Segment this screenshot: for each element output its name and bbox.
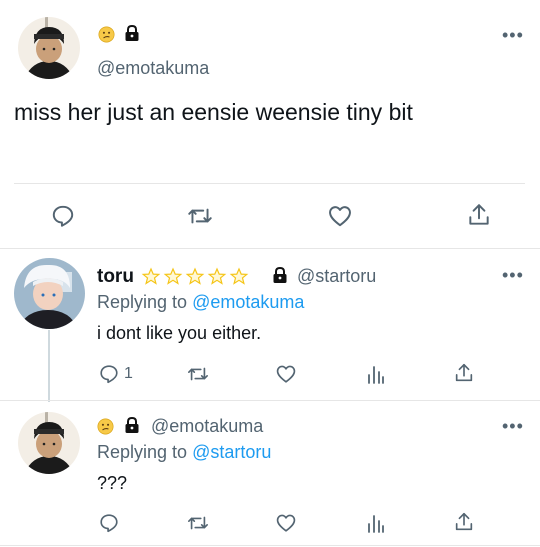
avatar[interactable] [14, 258, 85, 329]
retweet-button[interactable] [186, 203, 214, 229]
replying-to-line: Replying to @startoru [97, 442, 271, 463]
lock-icon [125, 416, 139, 433]
star-rating [141, 267, 251, 286]
share-button[interactable] [453, 362, 475, 384]
retweet-button[interactable] [186, 363, 210, 385]
retweet-icon [188, 367, 208, 381]
comment-icon [52, 205, 74, 227]
tweet-text: miss her just an eensie weensie tiny bit [14, 99, 413, 125]
replying-to-label: Replying to [97, 442, 188, 462]
divider [0, 248, 540, 249]
reply-button[interactable] [50, 203, 76, 229]
reply-count: 1 [124, 365, 133, 382]
share-icon [455, 363, 473, 382]
avatar[interactable] [18, 17, 80, 79]
share-icon [455, 512, 473, 531]
star-icon [229, 267, 249, 285]
lock-icon [273, 266, 287, 283]
comment-icon [100, 514, 118, 533]
star-icon [163, 267, 183, 285]
retweet-button[interactable] [186, 512, 210, 534]
divider [0, 545, 540, 546]
analytics-button[interactable] [366, 363, 386, 385]
share-icon [469, 204, 489, 225]
retweet-icon [188, 516, 208, 530]
like-button[interactable] [275, 363, 297, 385]
divider [0, 400, 540, 401]
comment-icon [100, 365, 118, 384]
analytics-button[interactable] [366, 512, 386, 534]
replying-to-line: Replying to @emotakuma [97, 292, 304, 313]
heart-icon [276, 365, 296, 383]
lock-icon [125, 24, 139, 41]
reply-text: ??? [97, 473, 128, 493]
retweet-icon [188, 208, 212, 224]
more-options-icon[interactable]: ••• [502, 266, 524, 284]
more-options-icon[interactable]: ••• [502, 26, 524, 44]
reply-text: i dont like you either. [97, 323, 262, 343]
reply-button[interactable] [98, 512, 120, 534]
reply-name[interactable]: toru [97, 266, 134, 288]
share-button[interactable] [453, 511, 475, 533]
more-options-icon[interactable]: ••• [502, 417, 524, 435]
star-icon [185, 267, 205, 285]
reply-button[interactable]: 1 [98, 363, 133, 385]
replying-to-link[interactable]: @startoru [192, 442, 271, 462]
thread-line [48, 330, 50, 402]
like-button[interactable] [327, 203, 353, 229]
share-button[interactable] [466, 202, 492, 228]
heart-icon [329, 206, 351, 227]
reply-handle[interactable]: @startoru [297, 266, 376, 287]
divider [14, 183, 525, 184]
star-icon [141, 267, 161, 285]
star-icon [207, 267, 227, 285]
like-button[interactable] [275, 512, 297, 534]
avatar[interactable] [18, 412, 80, 474]
reply-handle[interactable]: @emotakuma [151, 416, 263, 437]
heart-icon [276, 514, 296, 532]
replying-to-link[interactable]: @emotakuma [192, 292, 304, 312]
replying-to-label: Replying to [97, 292, 188, 312]
confused-face-icon [97, 418, 114, 435]
confused-face-icon [98, 26, 115, 43]
analytics-icon [368, 515, 384, 533]
analytics-icon [368, 366, 384, 384]
author-handle[interactable]: @emotakuma [97, 58, 209, 79]
